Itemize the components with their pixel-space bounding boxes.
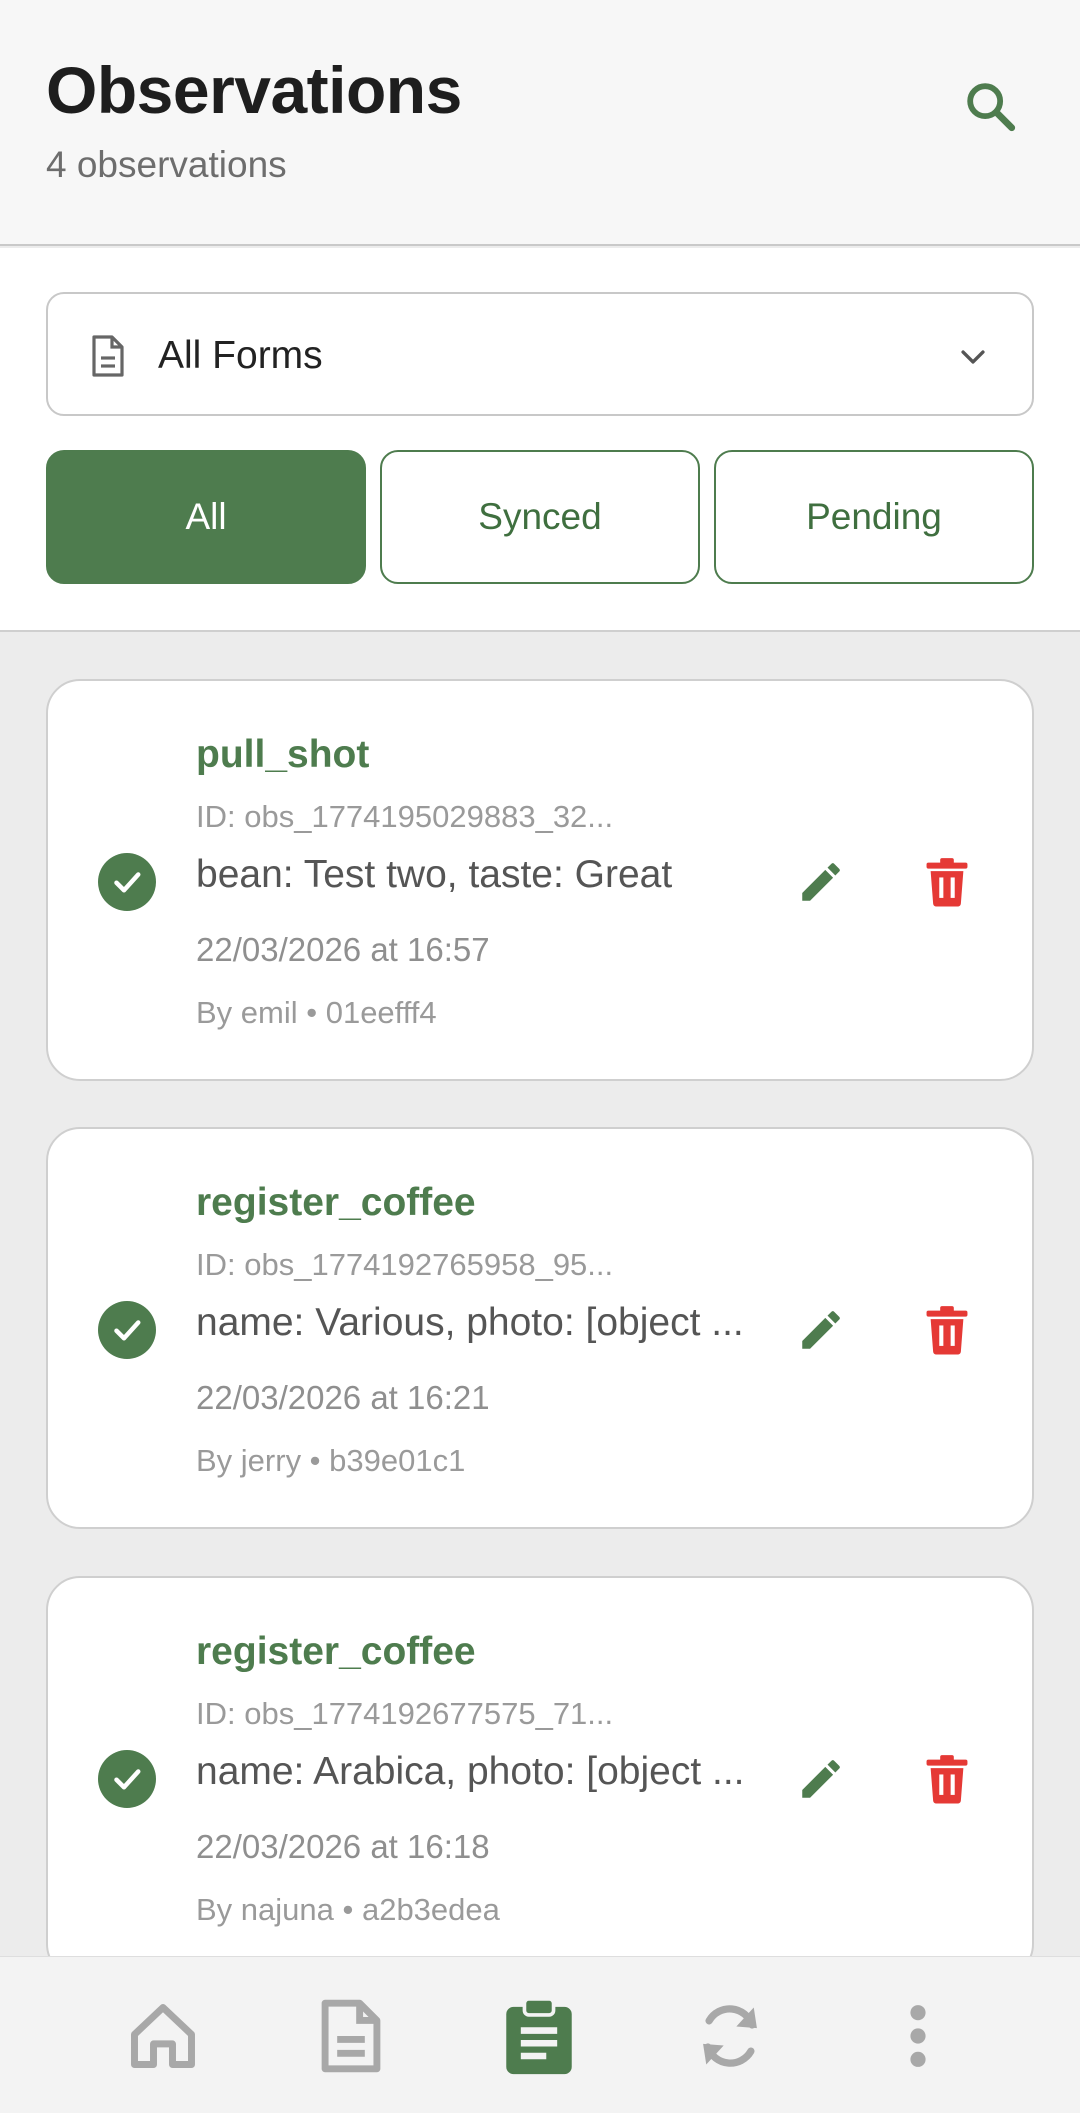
synced-status-icon xyxy=(98,853,156,911)
observation-form-name: register_coffee xyxy=(196,1181,476,1224)
observation-count: 4 observations xyxy=(46,144,287,185)
document-icon xyxy=(92,335,124,377)
pencil-icon xyxy=(802,1311,840,1349)
observation-author: By najuna • a2b3edea xyxy=(196,1892,500,1927)
trash-icon xyxy=(926,858,968,907)
sync-icon xyxy=(703,2004,757,2067)
delete-button[interactable] xyxy=(914,849,980,915)
edit-button[interactable] xyxy=(788,849,854,915)
observations-icon xyxy=(506,1996,572,2074)
edit-button[interactable] xyxy=(788,1297,854,1363)
observation-card[interactable]: pull_shot ID: obs_1774195029883_32... be… xyxy=(46,679,1034,1081)
observation-date: 22/03/2026 at 16:21 xyxy=(196,1379,490,1416)
observation-list[interactable]: pull_shot ID: obs_1774195029883_32... be… xyxy=(0,634,1080,1956)
nav-observations[interactable] xyxy=(479,1957,599,2113)
observation-author: By emil • 01eefff4 xyxy=(196,995,437,1030)
observation-summary: bean: Test two, taste: Great xyxy=(196,853,673,896)
delete-button[interactable] xyxy=(914,1297,980,1363)
observation-id: ID: obs_1774192765958_95... xyxy=(196,1247,614,1282)
search-button[interactable] xyxy=(950,66,1030,146)
forms-icon xyxy=(321,1999,381,2072)
observation-id: ID: obs_1774195029883_32... xyxy=(196,799,614,834)
synced-status-icon xyxy=(98,1750,156,1808)
observation-card[interactable]: register_coffee ID: obs_1774192765958_95… xyxy=(46,1127,1034,1529)
observation-author: By jerry • b39e01c1 xyxy=(196,1443,466,1478)
filter-panel: All Forms All Synced Pending xyxy=(0,248,1080,632)
observation-summary: name: Arabica, photo: [object ... xyxy=(196,1750,745,1793)
home-icon xyxy=(131,2003,195,2068)
observation-form-name: register_coffee xyxy=(196,1630,476,1673)
observation-date: 22/03/2026 at 16:57 xyxy=(196,931,490,968)
filter-chip-all[interactable]: All xyxy=(46,450,366,584)
chevron-down-icon xyxy=(961,350,985,364)
pencil-icon xyxy=(802,1760,840,1798)
search-icon xyxy=(967,83,1016,132)
nav-forms[interactable] xyxy=(291,1957,411,2113)
nav-sync[interactable] xyxy=(670,1957,790,2113)
edit-button[interactable] xyxy=(788,1746,854,1812)
observation-summary: name: Various, photo: [object ... xyxy=(196,1301,744,1344)
more-icon xyxy=(910,2004,926,2067)
observation-form-name: pull_shot xyxy=(196,733,370,776)
form-select-value: All Forms xyxy=(158,334,323,377)
synced-status-icon xyxy=(98,1301,156,1359)
observation-date: 22/03/2026 at 16:18 xyxy=(196,1828,490,1865)
delete-button[interactable] xyxy=(914,1746,980,1812)
pencil-icon xyxy=(802,863,840,901)
bottom-navigation xyxy=(0,1956,1080,2113)
filter-chip-synced[interactable]: Synced xyxy=(380,450,700,584)
page-title: Observations xyxy=(46,53,462,127)
nav-home[interactable] xyxy=(103,1957,223,2113)
filter-chip-pending[interactable]: Pending xyxy=(714,450,1034,584)
observation-id: ID: obs_1774192677575_71... xyxy=(196,1696,614,1731)
form-select[interactable]: All Forms xyxy=(46,292,1034,416)
app-header: Observations 4 observations xyxy=(0,0,1080,246)
nav-more[interactable] xyxy=(858,1957,978,2113)
observation-card[interactable]: register_coffee ID: obs_1774192677575_71… xyxy=(46,1576,1034,1956)
trash-icon xyxy=(926,1755,968,1804)
trash-icon xyxy=(926,1306,968,1355)
